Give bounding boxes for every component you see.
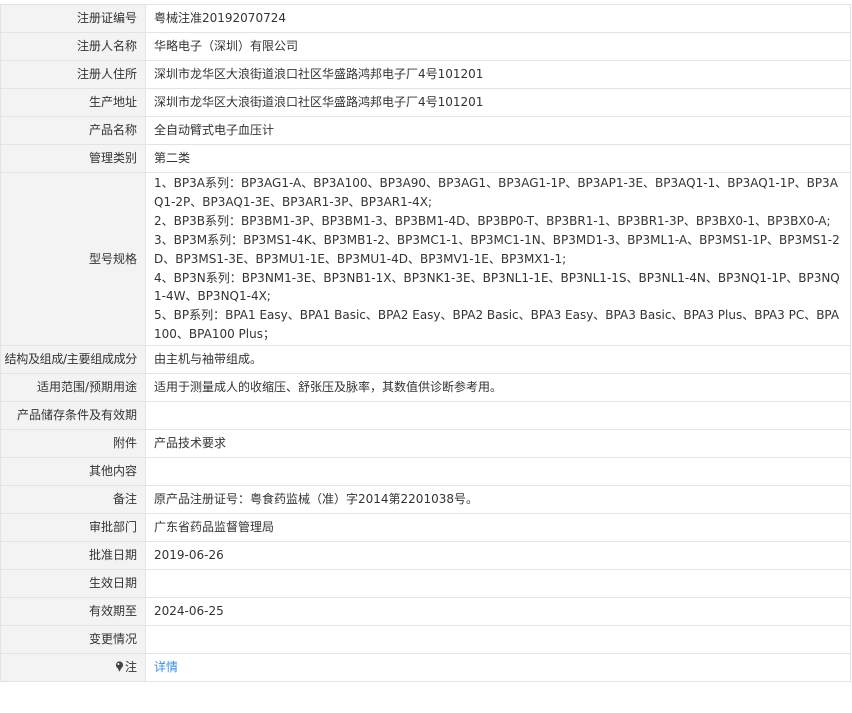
label-registrant-name: 注册人名称 <box>0 32 146 61</box>
row-production-address: 生产地址 深圳市龙华区大浪街道浪口社区华盛路鸿邦电子厂4号101201 <box>0 88 851 117</box>
label-production-address: 生产地址 <box>0 88 146 117</box>
note-label-text: 注 <box>124 660 137 675</box>
registration-detail-table: 注册证编号 粤械注准20192070724 注册人名称 华略电子（深圳）有限公司… <box>0 4 851 683</box>
model-line-1: 1、BP3A系列：BP3AG1-A、BP3A100、BP3A90、BP3AG1、… <box>154 176 838 209</box>
row-product-name: 产品名称 全自动臂式电子血压计 <box>0 116 851 145</box>
value-production-address: 深圳市龙华区大浪街道浪口社区华盛路鸿邦电子厂4号101201 <box>145 88 851 117</box>
value-remark: 原产品注册证号：粤食药监械（准）字2014第2201038号。 <box>145 485 851 515</box>
value-model-spec: 1、BP3A系列：BP3AG1-A、BP3A100、BP3A90、BP3AG1、… <box>145 171 851 347</box>
row-attachment: 附件 产品技术要求 <box>0 429 851 459</box>
row-scope: 适用范围/预期用途 适用于测量成人的收缩压、舒张压及脉率，其数值供诊断参考用。 <box>0 373 851 403</box>
label-note: 注 <box>0 653 146 683</box>
row-approval-dept: 审批部门 广东省药品监督管理局 <box>0 513 851 543</box>
row-changes: 变更情况 <box>0 625 851 655</box>
value-reg-no: 粤械注准20192070724 <box>145 4 851 33</box>
label-management-class: 管理类别 <box>0 144 146 173</box>
label-approval-date: 批准日期 <box>0 541 146 571</box>
value-management-class: 第二类 <box>145 144 851 173</box>
details-link[interactable]: 详情 <box>154 660 178 674</box>
model-line-2: 2、BP3B系列：BP3BM1-3P、BP3BM1-3、BP3BM1-4D、BP… <box>154 213 831 228</box>
label-structure: 结构及组成/主要组成成分 <box>0 345 146 375</box>
row-note: 注 详情 <box>0 653 851 683</box>
pin-icon <box>115 661 124 673</box>
row-approval-date: 批准日期 2019-06-26 <box>0 541 851 571</box>
value-registrant-address: 深圳市龙华区大浪街道浪口社区华盛路鸿邦电子厂4号101201 <box>145 60 851 89</box>
label-attachment: 附件 <box>0 429 146 459</box>
value-other <box>145 457 851 487</box>
row-registrant-name: 注册人名称 华略电子（深圳）有限公司 <box>0 32 851 61</box>
row-valid-until: 有效期至 2024-06-25 <box>0 597 851 627</box>
label-registrant-address: 注册人住所 <box>0 60 146 89</box>
value-effective-date <box>145 569 851 599</box>
model-line-3: 3、BP3M系列：BP3MS1-4K、BP3MB1-2、BP3MC1-1、BP3… <box>154 232 840 266</box>
row-effective-date: 生效日期 <box>0 569 851 599</box>
value-scope: 适用于测量成人的收缩压、舒张压及脉率，其数值供诊断参考用。 <box>145 373 851 403</box>
label-storage: 产品储存条件及有效期 <box>0 401 146 431</box>
row-storage: 产品储存条件及有效期 <box>0 401 851 431</box>
value-structure: 由主机与袖带组成。 <box>145 345 851 375</box>
row-other: 其他内容 <box>0 457 851 487</box>
row-model-spec: 型号规格 1、BP3A系列：BP3AG1-A、BP3A100、BP3A90、BP… <box>0 171 851 347</box>
value-valid-until: 2024-06-25 <box>145 597 851 627</box>
value-note: 详情 <box>145 653 851 683</box>
label-effective-date: 生效日期 <box>0 569 146 599</box>
row-structure: 结构及组成/主要组成成分 由主机与袖带组成。 <box>0 345 851 375</box>
label-reg-no: 注册证编号 <box>0 4 146 33</box>
label-scope: 适用范围/预期用途 <box>0 373 146 403</box>
value-product-name: 全自动臂式电子血压计 <box>145 116 851 145</box>
row-registrant-address: 注册人住所 深圳市龙华区大浪街道浪口社区华盛路鸿邦电子厂4号101201 <box>0 60 851 89</box>
label-approval-dept: 审批部门 <box>0 513 146 543</box>
label-product-name: 产品名称 <box>0 116 146 145</box>
label-changes: 变更情况 <box>0 625 146 655</box>
label-other: 其他内容 <box>0 457 146 487</box>
row-remark: 备注 原产品注册证号：粤食药监械（准）字2014第2201038号。 <box>0 485 851 515</box>
value-registrant-name: 华略电子（深圳）有限公司 <box>145 32 851 61</box>
value-approval-date: 2019-06-26 <box>145 541 851 571</box>
model-line-5: 5、BP系列：BPA1 Easy、BPA1 Basic、BPA2 Easy、BP… <box>154 308 840 342</box>
model-line-4: 4、BP3N系列：BP3NM1-3E、BP3NB1-1X、BP3NK1-3E、B… <box>154 270 840 304</box>
value-storage <box>145 401 851 431</box>
label-valid-until: 有效期至 <box>0 597 146 627</box>
value-approval-dept: 广东省药品监督管理局 <box>145 513 851 543</box>
value-changes <box>145 625 851 655</box>
label-model-spec: 型号规格 <box>0 171 146 347</box>
row-management-class: 管理类别 第二类 <box>0 144 851 173</box>
value-attachment: 产品技术要求 <box>145 429 851 459</box>
label-remark: 备注 <box>0 485 146 515</box>
row-reg-no: 注册证编号 粤械注准20192070724 <box>0 4 851 33</box>
